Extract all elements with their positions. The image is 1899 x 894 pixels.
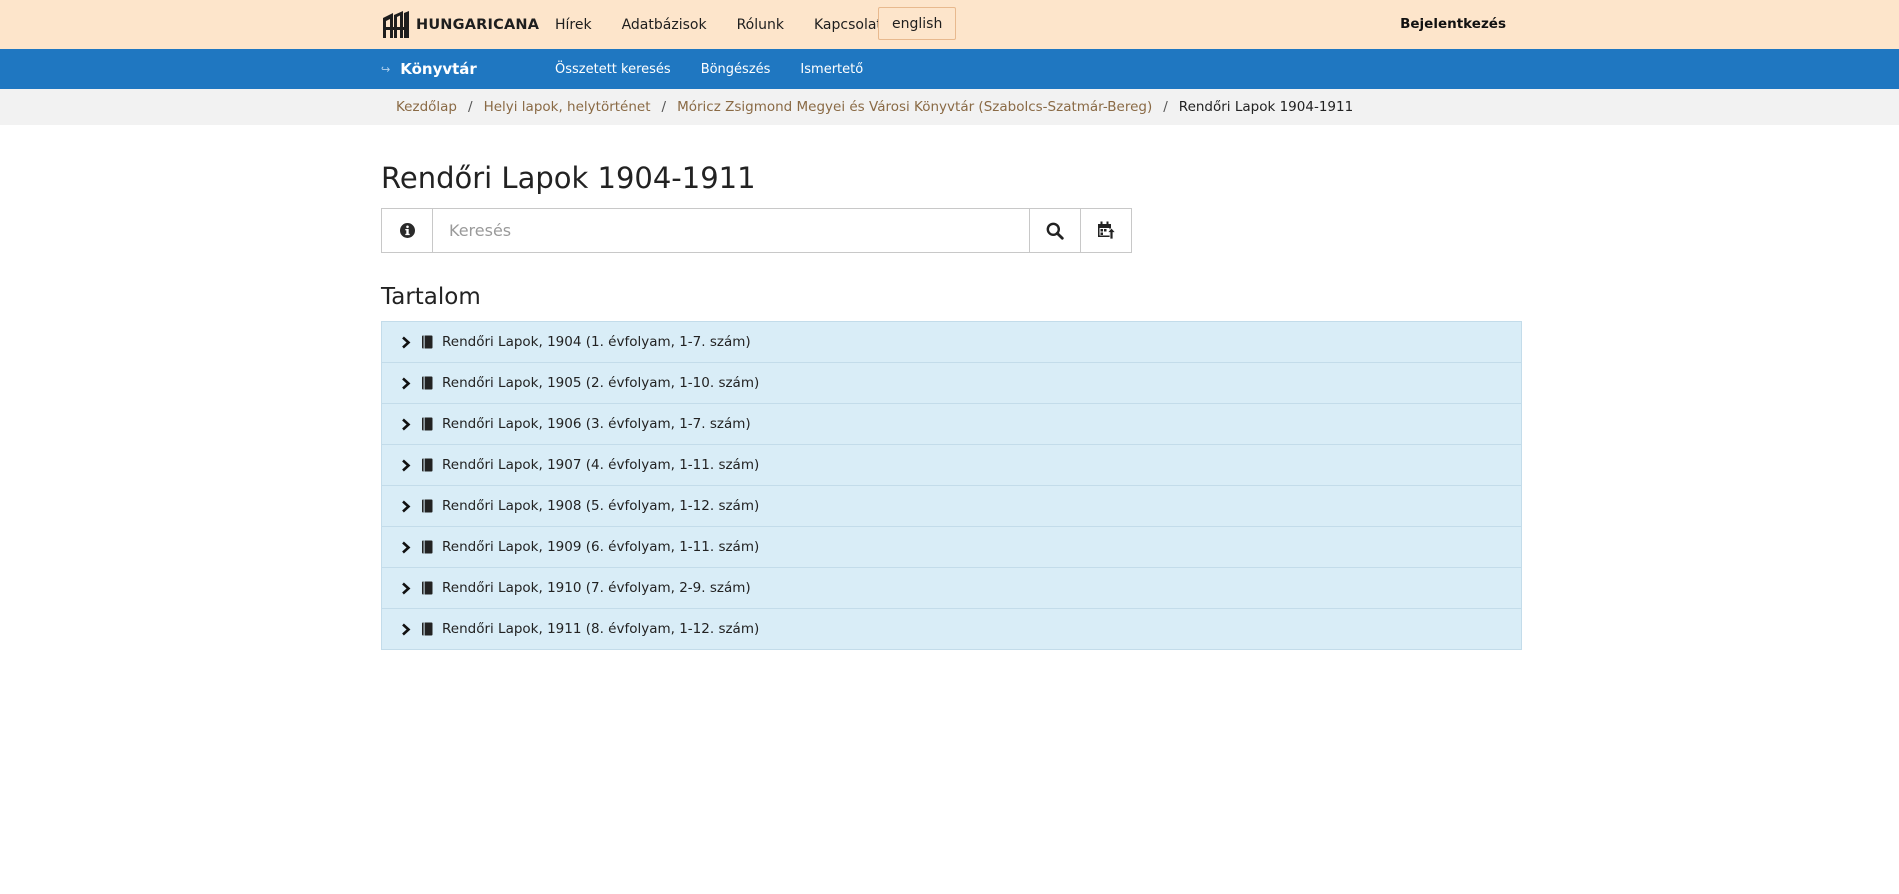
tree-item[interactable]: Rendőri Lapok, 1909 (6. évfolyam, 1-11. … bbox=[382, 527, 1521, 568]
search-input[interactable] bbox=[433, 209, 1029, 252]
breadcrumb-separator: / bbox=[468, 99, 473, 115]
nav-item-adatbazisok[interactable]: Adatbázisok bbox=[622, 17, 707, 33]
section-title-link[interactable]: ↪ Könyvtár bbox=[381, 49, 477, 89]
logo-text: HUNGARICANA bbox=[416, 17, 540, 33]
chevron-right-icon[interactable] bbox=[400, 335, 411, 349]
language-button[interactable]: english bbox=[878, 7, 957, 40]
breadcrumb-separator: / bbox=[1163, 99, 1168, 115]
top-header-container: HUNGARICANA Hírek Adatbázisok Rólunk Kap… bbox=[381, 0, 1521, 49]
tree-item[interactable]: Rendőri Lapok, 1911 (8. évfolyam, 1-12. … bbox=[382, 609, 1521, 649]
breadcrumb-current: Rendőri Lapok 1904-1911 bbox=[1178, 99, 1354, 115]
chevron-right-icon[interactable] bbox=[400, 540, 411, 554]
book-icon bbox=[421, 417, 433, 431]
tree-item-label[interactable]: Rendőri Lapok, 1911 (8. évfolyam, 1-12. … bbox=[442, 621, 759, 637]
export-button[interactable] bbox=[1080, 209, 1131, 252]
breadcrumb-local-papers[interactable]: Helyi lapok, helytörténet bbox=[484, 99, 651, 115]
search-info-button[interactable] bbox=[382, 209, 433, 252]
breadcrumb-bar: Kezdőlap / Helyi lapok, helytörténet / M… bbox=[0, 89, 1899, 125]
book-icon bbox=[421, 376, 433, 390]
tree-item[interactable]: Rendőri Lapok, 1907 (4. évfolyam, 1-11. … bbox=[382, 445, 1521, 486]
tree-item[interactable]: Rendőri Lapok, 1906 (3. évfolyam, 1-7. s… bbox=[382, 404, 1521, 445]
page-title: Rendőri Lapok 1904-1911 bbox=[381, 161, 756, 195]
section-header-container: ↪ Könyvtár Összetett keresés Böngészés I… bbox=[381, 49, 1521, 89]
section-nav-advanced-search[interactable]: Összetett keresés bbox=[555, 62, 671, 77]
search-button[interactable] bbox=[1029, 209, 1080, 252]
section-nav-browse[interactable]: Böngészés bbox=[701, 62, 771, 77]
tree-item-label[interactable]: Rendőri Lapok, 1906 (3. évfolyam, 1-7. s… bbox=[442, 416, 751, 432]
breadcrumb-container: Kezdőlap / Helyi lapok, helytörténet / M… bbox=[381, 89, 1521, 125]
content-heading: Tartalom bbox=[381, 284, 481, 310]
book-icon bbox=[421, 335, 433, 349]
book-icon bbox=[421, 581, 433, 595]
tree-item-label[interactable]: Rendőri Lapok, 1910 (7. évfolyam, 2-9. s… bbox=[442, 580, 751, 596]
tree-item-label[interactable]: Rendőri Lapok, 1907 (4. évfolyam, 1-11. … bbox=[442, 457, 759, 473]
breadcrumb-library[interactable]: Móricz Zsigmond Megyei és Városi Könyvtá… bbox=[677, 99, 1152, 115]
hungaricana-logo[interactable]: HUNGARICANA bbox=[381, 10, 539, 40]
section-title: Könyvtár bbox=[400, 60, 477, 78]
export-calendar-icon bbox=[1097, 221, 1116, 240]
book-icon bbox=[421, 499, 433, 513]
hungaricana-logo-icon bbox=[383, 11, 409, 38]
chevron-right-icon[interactable] bbox=[400, 622, 411, 636]
breadcrumb-separator: / bbox=[661, 99, 667, 115]
book-icon bbox=[421, 540, 433, 554]
breadcrumb-home[interactable]: Kezdőlap bbox=[396, 99, 457, 115]
nav-item-hirek[interactable]: Hírek bbox=[555, 17, 592, 33]
nav-item-rolunk[interactable]: Rólunk bbox=[737, 17, 784, 33]
content-tree: Rendőri Lapok, 1904 (1. évfolyam, 1-7. s… bbox=[381, 321, 1522, 650]
main-nav: Hírek Adatbázisok Rólunk Kapcsolat bbox=[555, 0, 912, 49]
tree-item[interactable]: Rendőri Lapok, 1910 (7. évfolyam, 2-9. s… bbox=[382, 568, 1521, 609]
section-nav-about[interactable]: Ismertető bbox=[800, 62, 863, 77]
tree-item[interactable]: Rendőri Lapok, 1905 (2. évfolyam, 1-10. … bbox=[382, 363, 1521, 404]
tree-item-label[interactable]: Rendőri Lapok, 1909 (6. évfolyam, 1-11. … bbox=[442, 539, 759, 555]
breadcrumb: Kezdőlap / Helyi lapok, helytörténet / M… bbox=[396, 89, 1353, 125]
chevron-right-icon[interactable] bbox=[400, 499, 411, 513]
chevron-right-icon[interactable] bbox=[400, 417, 411, 431]
chevron-right-icon[interactable] bbox=[400, 581, 411, 595]
search-bar bbox=[381, 208, 1132, 253]
section-header: ↪ Könyvtár Összetett keresés Böngészés I… bbox=[0, 49, 1899, 89]
sign-in-icon: ↪ bbox=[381, 62, 391, 76]
search-icon bbox=[1046, 222, 1064, 240]
chevron-right-icon[interactable] bbox=[400, 458, 411, 472]
nav-item-kapcsolat[interactable]: Kapcsolat bbox=[814, 17, 882, 33]
top-header: HUNGARICANA Hírek Adatbázisok Rólunk Kap… bbox=[0, 0, 1899, 50]
info-circle-icon bbox=[399, 223, 415, 238]
section-nav: Összetett keresés Böngészés Ismertető bbox=[555, 49, 893, 89]
tree-item-label[interactable]: Rendőri Lapok, 1904 (1. évfolyam, 1-7. s… bbox=[442, 334, 751, 350]
tree-item[interactable]: Rendőri Lapok, 1904 (1. évfolyam, 1-7. s… bbox=[382, 322, 1521, 363]
book-icon bbox=[421, 622, 433, 636]
login-link[interactable]: Bejelentkezés bbox=[1400, 0, 1506, 49]
book-icon bbox=[421, 458, 433, 472]
tree-item[interactable]: Rendőri Lapok, 1908 (5. évfolyam, 1-12. … bbox=[382, 486, 1521, 527]
tree-item-label[interactable]: Rendőri Lapok, 1908 (5. évfolyam, 1-12. … bbox=[442, 498, 759, 514]
chevron-right-icon[interactable] bbox=[400, 376, 411, 390]
tree-item-label[interactable]: Rendőri Lapok, 1905 (2. évfolyam, 1-10. … bbox=[442, 375, 759, 391]
